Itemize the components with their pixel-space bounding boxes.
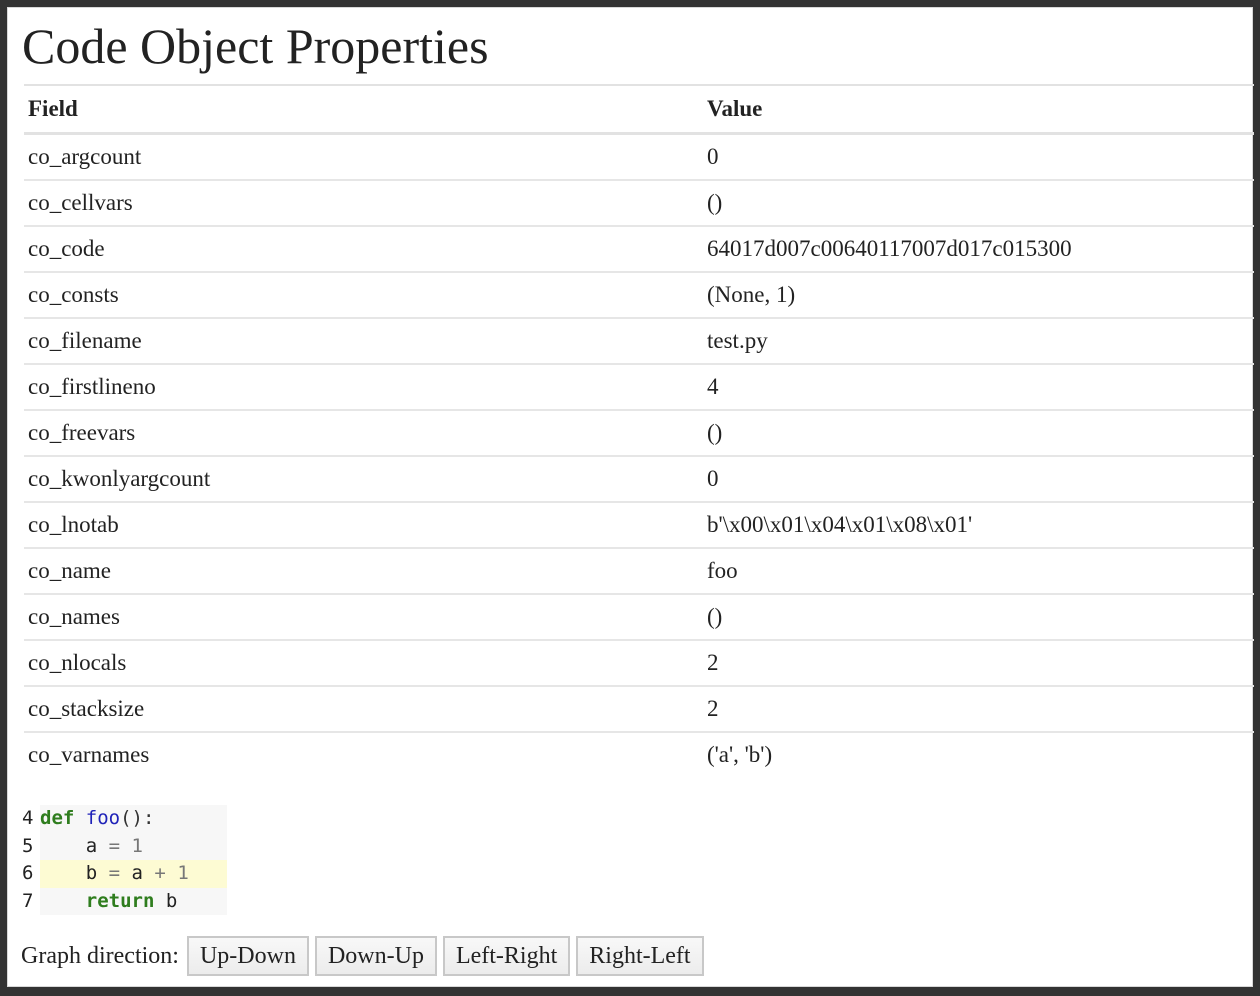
up-down-button[interactable]: Up-Down [186,936,309,976]
code-text: return b [40,887,227,915]
column-header-field: Field [24,84,703,135]
source-code-listing: 4 def foo(): 5 a = 16 b = a + 17 return b [22,805,227,915]
code-token: return [85,889,155,912]
page-content: Code Object Properties Field Value co_ar… [7,7,1254,987]
code-token: (): [120,807,155,829]
value-cell: ('a', 'b') [707,742,773,767]
table-row: co_argcount 0 [24,133,1254,181]
left-right-button[interactable]: Left-Right [442,936,571,976]
down-up-button[interactable]: Down-Up [314,936,437,976]
field-cell: co_nlocals [24,640,703,687]
column-header-value: Value [703,84,1254,135]
line-number: 7 [22,889,34,912]
table-row: co_kwonlyargcount 0 [24,456,1254,503]
line-number: 6 [22,862,34,884]
value-cell: () [703,594,1254,641]
value-cell: 2 [703,686,1254,733]
value-cell: () [703,410,1254,457]
code-token: 1 [177,862,189,884]
window-frame: Code Object Properties Field Value co_ar… [0,0,1260,996]
code-line: 6 b = a + 1 [22,860,227,888]
graph-direction-label: Graph direction: [21,942,179,969]
code-line: 7 return b [22,887,227,915]
code-token: a [120,862,155,884]
field-cell: co_consts [24,272,703,319]
value-cell: 64017d007c00640117007d017c015300 [703,226,1254,273]
properties-table: Field Value co_argcount 0 co_cellvars() c… [24,84,1254,777]
field-cell: co_argcount [24,133,703,181]
value-cell: 2 [703,640,1254,687]
code-token: def [40,807,75,829]
code-text: a = 1 [40,832,227,860]
value-cell: (None, 1) [703,272,1254,319]
highlighted-code-text: b = a + 1 [40,860,227,888]
value-cell: foo [703,548,1254,595]
field-cell: co_code [24,226,703,273]
field-cell: co_kwonlyargcount [24,456,703,503]
value-cell: 4 [703,364,1254,411]
value-cell: 0 [703,133,1254,181]
value-cell: test.py [703,318,1254,365]
table-header-row: Field Value [24,84,1254,135]
value-cell: 0 [703,456,1254,503]
code-text: def foo(): [40,805,227,833]
table-row: co_firstlineno 4 [24,364,1254,411]
table-row: co_name foo [24,548,1254,595]
table-row: co_code 64017d007c00640117007d017c015300 [24,226,1254,273]
code-token: = [108,862,121,884]
table-row: co_consts (None, 1) [24,272,1254,319]
value-cell: () [703,180,1254,227]
code-line: 5 a = 1 [22,832,227,860]
code-token: = [108,834,121,857]
code-token: 1 [131,834,143,857]
table-row: co_lnotab b'\x00\x01\x04\x01\x08\x01' [24,502,1254,549]
field-cell: co_firstlineno [24,364,703,411]
code-token: b [154,889,178,912]
table-row: co_filename test.py [24,318,1254,365]
field-cell: co_name [24,548,703,595]
field-cell: co_filename [24,318,703,365]
value-cell: b'\x00\x01\x04\x01\x08\x01' [703,502,1254,549]
line-number: 5 [22,834,34,857]
table-row: co_cellvars() [24,180,1254,227]
line-number: 4 [22,807,34,829]
code-token: b [40,862,109,884]
table-row: co_freevars() [24,410,1254,457]
right-left-button[interactable]: Right-Left [576,936,704,976]
table-row: co_names() [24,594,1254,641]
field-cell: co_stacksize [24,686,703,733]
code-token: a [40,834,109,857]
page-title: Code Object Properties [22,18,489,74]
code-token: + [154,862,166,884]
field-cell: co_names [24,594,703,641]
table-row: co_stacksize 2 [24,686,1254,733]
field-cell: co_varnames [28,742,150,767]
table-row: co_varnames ('a', 'b') [24,732,1254,777]
code-line: 4 def foo(): [22,805,227,833]
table-row: co_nlocals 2 [24,640,1254,687]
graph-direction-controls: Graph direction: Up-Down Down-Up Left-Ri… [21,936,710,976]
field-cell: co_lnotab [24,502,703,549]
code-token: foo [85,807,121,829]
field-cell: co_cellvars [24,180,703,227]
field-cell: co_freevars [24,410,703,457]
